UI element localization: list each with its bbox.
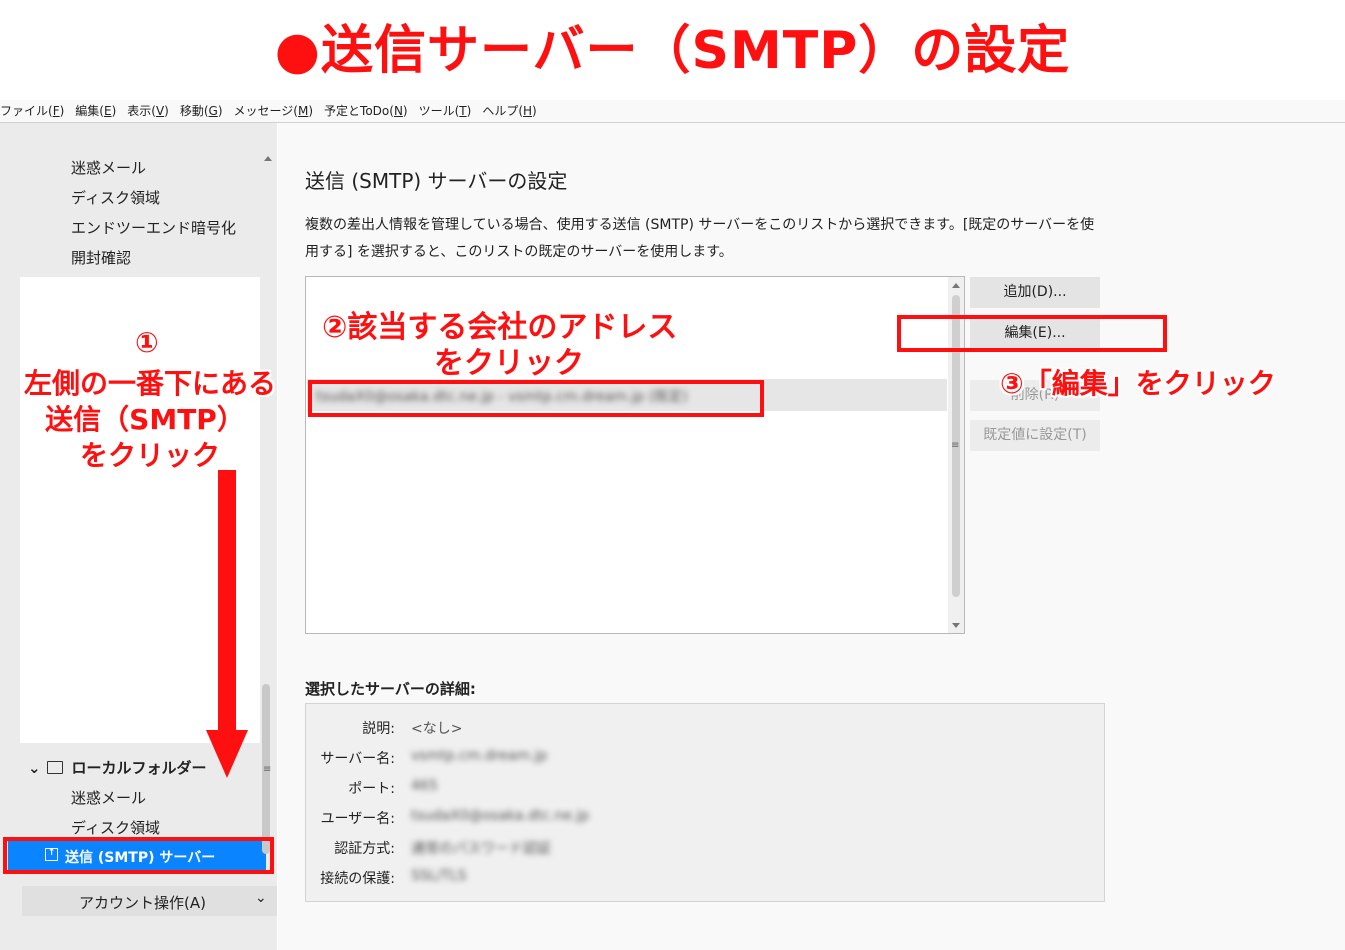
highlight-edit-button <box>897 315 1167 352</box>
detail-label: 認証方式: <box>334 841 395 857</box>
arrow-head-icon <box>206 730 248 778</box>
menu-item-suffix: ) <box>532 104 537 118</box>
annotation-step1-line3: をクリック <box>79 439 220 472</box>
sidebar-item-disk-space[interactable]: ディスク領域 <box>71 187 160 208</box>
menu-item-label: ヘルプ( <box>482 104 524 118</box>
detail-value: <なし> <box>411 721 463 737</box>
detail-value: 通常のパスワード認証 <box>411 841 551 857</box>
page-description: 複数の差出人情報を管理している場合、使用する送信 (SMTP) サーバーをこのリ… <box>305 217 1095 260</box>
menu-item-label: 予定とToDo( <box>324 104 394 118</box>
local-folders-label: ローカルフォルダー <box>71 759 207 777</box>
menu-item-label: 編集( <box>75 104 104 118</box>
menu-item-accesskey: V <box>155 104 165 118</box>
detail-label: 接続の保護: <box>320 871 395 887</box>
menu-item-suffix: ) <box>111 104 117 118</box>
banner: ●送信サーバー（SMTP）の設定 <box>0 0 1345 100</box>
detail-value: SSL/TLS <box>411 868 467 884</box>
sidebar-item-junk-mail[interactable]: 迷惑メール <box>71 157 146 178</box>
chevron-down-icon[interactable]: ⌄ <box>28 759 42 777</box>
menu-item[interactable]: メッセージ(M) <box>234 100 319 119</box>
menu-item-label: ファイル( <box>0 104 53 118</box>
sidebar-item-local-disk-space[interactable]: ディスク領域 <box>71 817 160 838</box>
menu-item-accesskey: E <box>103 104 112 118</box>
grip-icon: ≡ <box>263 764 272 775</box>
annotation-step1-line1: 左側の一番下にある <box>23 367 276 400</box>
menu-item-label: 表示( <box>127 104 156 118</box>
account-actions-button[interactable]: アカウント操作(A) ⌄ <box>22 886 277 916</box>
sidebar-item-e2e-encryption[interactable]: エンドツーエンド暗号化 <box>71 217 236 238</box>
menu-item[interactable]: 編集(E) <box>75 100 121 119</box>
detail-label: 説明: <box>362 721 395 737</box>
sidebar-item-local-folders[interactable]: ⌄ ローカルフォルダー <box>28 757 206 778</box>
detail-label: サーバー名: <box>320 751 395 767</box>
folder-icon <box>47 761 64 774</box>
detail-label: ユーザー名: <box>320 811 395 827</box>
detail-value: tsudaX0@osaka.dtc.ne.jp <box>411 808 590 824</box>
account-actions-label: アカウント操作(A) <box>79 894 206 912</box>
detail-value: vsmtp.cm.dream.jp <box>411 748 548 764</box>
menu-item-suffix: ) <box>217 104 223 118</box>
page-title: 送信 (SMTP) サーバーの設定 <box>305 169 568 193</box>
menu-item[interactable]: ヘルプ(H) <box>482 100 541 119</box>
annotation-step2-line2: をクリック <box>434 346 584 381</box>
menu-item-accesskey: G <box>208 104 218 118</box>
arrow-down-icon <box>218 470 236 732</box>
menu-item-label: 移動( <box>179 104 209 118</box>
menu-item-label: ツール( <box>418 104 460 118</box>
highlight-smtp-row <box>3 837 274 874</box>
detail-value: 465 <box>411 778 438 794</box>
menu-item-suffix: ) <box>59 104 65 118</box>
sidebar-item-read-receipts[interactable]: 開封確認 <box>71 247 131 268</box>
menu-item-accesskey: N <box>393 104 403 118</box>
menu-item-accesskey: T <box>459 104 467 118</box>
menu-item[interactable]: 表示(V) <box>127 100 174 119</box>
annotation-step1-line2: 送信（SMTP） <box>45 403 245 436</box>
highlight-list-item <box>308 380 764 417</box>
grip-icon: ≡ <box>951 440 960 451</box>
menu-item-accesskey: M <box>297 104 309 118</box>
menu-item-suffix: ) <box>466 104 472 118</box>
menu-item[interactable]: ツール(T) <box>419 100 477 119</box>
menu-item-accesskey: F <box>52 104 60 118</box>
annotation-step1-number: ① <box>135 326 159 359</box>
menu-item-suffix: ) <box>164 104 169 118</box>
detail-label: ポート: <box>348 781 395 797</box>
menu-item[interactable]: 予定とToDo(N) <box>324 100 413 119</box>
chevron-down-icon: ⌄ <box>255 890 267 906</box>
sidebar-item-local-junk-mail[interactable]: 迷惑メール <box>71 787 146 808</box>
menu-item-accesskey: H <box>523 104 533 118</box>
menu-item-suffix: ) <box>308 104 314 118</box>
set-default-button[interactable]: 既定値に設定(T) <box>970 420 1100 451</box>
add-server-button[interactable]: 追加(D)... <box>970 277 1100 308</box>
menubar: ファイル(F) 編集(E) 表示(V) 移動(G) メッセージ(M) 予定とToDo(N)… <box>0 100 1345 123</box>
menu-item[interactable]: 移動(G) <box>180 100 228 119</box>
banner-title: ●送信サーバー（SMTP）の設定 <box>274 21 1071 81</box>
menu-item[interactable]: ファイル(F) <box>0 100 69 119</box>
annotation-step3: ③「編集」をクリック <box>1000 367 1276 400</box>
details-heading: 選択したサーバーの詳細: <box>305 680 476 698</box>
menu-item-suffix: ) <box>402 104 408 118</box>
menu-item-label: メッセージ( <box>233 104 298 118</box>
